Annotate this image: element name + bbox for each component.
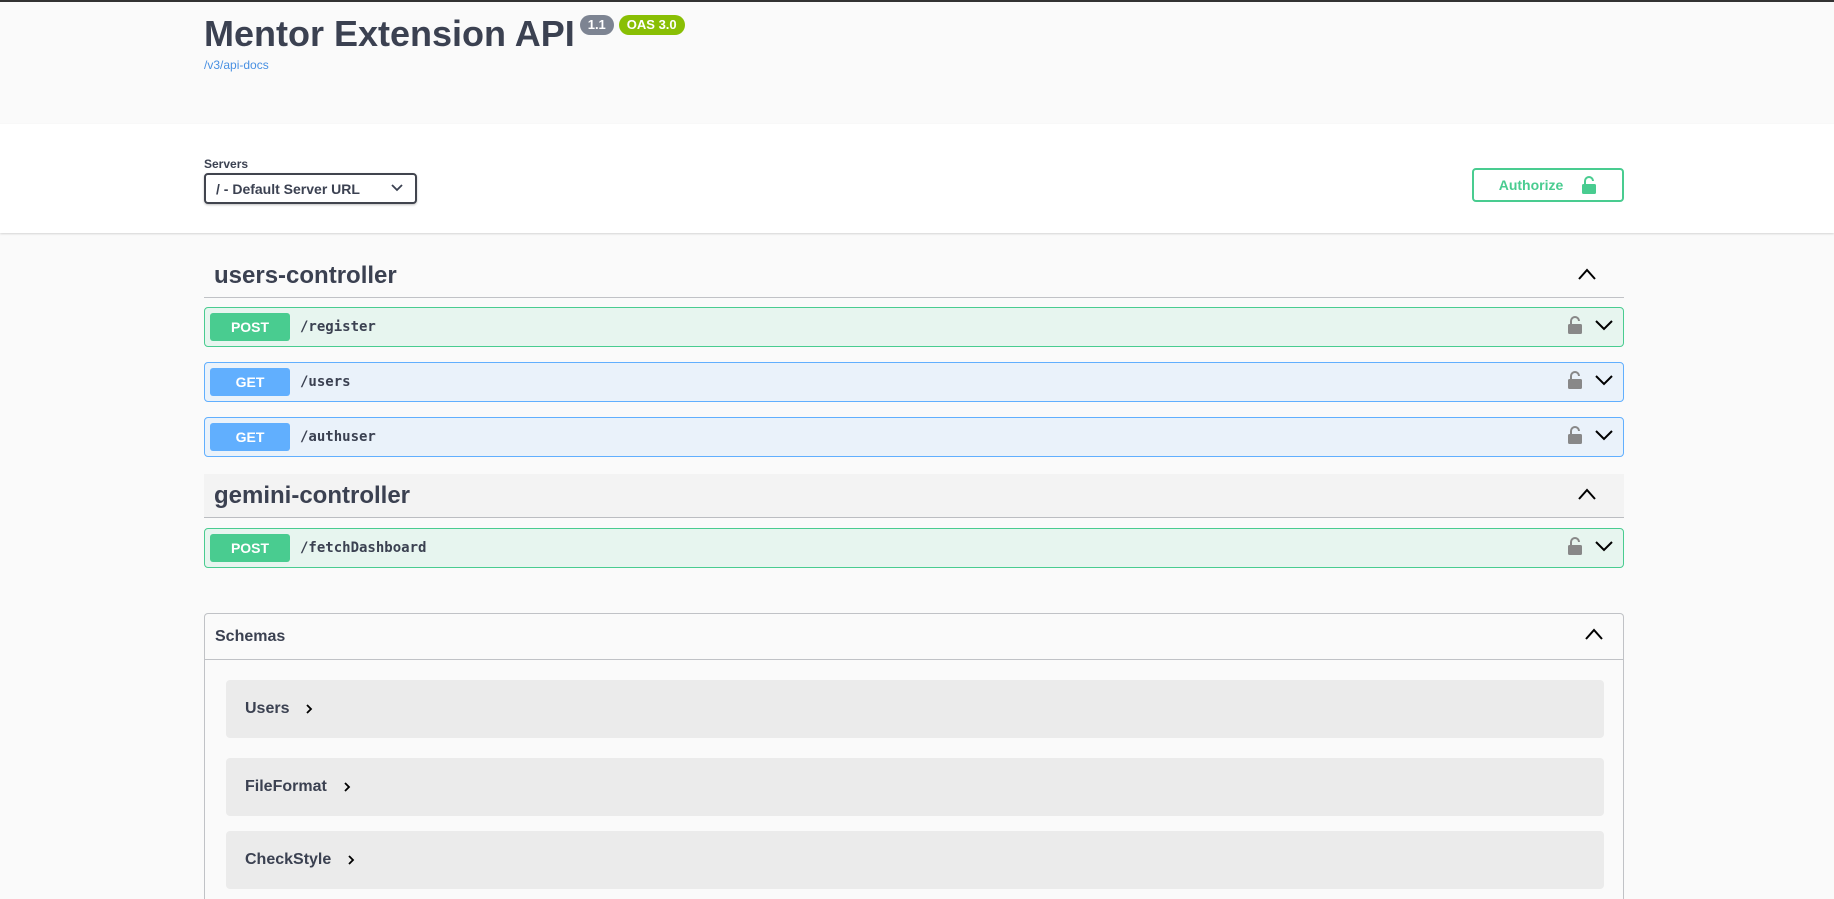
schema-name: CheckStyle	[245, 851, 332, 868]
method-badge: POST	[210, 313, 290, 341]
schema-item-users[interactable]: Users	[226, 680, 1604, 738]
schema-item-fileformat[interactable]: FileFormat	[226, 758, 1604, 816]
unlock-icon[interactable]	[1567, 537, 1583, 555]
method-badge: GET	[210, 423, 290, 451]
chevron-up-icon[interactable]	[1578, 488, 1596, 500]
servers-label: Servers	[204, 157, 249, 171]
servers-selected-value: / - Default Server URL	[216, 181, 360, 197]
version-badge: 1.1	[579, 15, 614, 35]
operation-post-register[interactable]: POST /register	[204, 307, 1624, 347]
operation-get-authuser[interactable]: GET /authuser	[204, 417, 1624, 457]
schema-item-checkstyle[interactable]: CheckStyle	[226, 831, 1604, 889]
unlock-icon[interactable]	[1567, 371, 1583, 389]
authorize-button[interactable]: Authorize	[1472, 168, 1624, 202]
authorize-label: Authorize	[1498, 177, 1564, 193]
schema-name: FileFormat	[245, 778, 327, 795]
chevron-down-icon[interactable]	[1595, 319, 1613, 331]
tag-users-controller[interactable]: users-controller	[204, 254, 1624, 298]
chevron-down-icon[interactable]	[1595, 429, 1613, 441]
method-badge: POST	[210, 534, 290, 562]
info-header: Mentor Extension API 1.1 OAS 3.0 /v3/api…	[0, 2, 1834, 122]
scheme-container: Servers / - Default Server URL Authorize	[0, 124, 1834, 233]
operation-path: /users	[300, 374, 351, 390]
servers-select[interactable]: / - Default Server URL	[204, 173, 417, 204]
schema-name: Users	[245, 700, 290, 717]
tag-gemini-controller[interactable]: gemini-controller	[204, 474, 1624, 518]
title-row: Mentor Extension API 1.1 OAS 3.0	[204, 12, 685, 56]
operation-post-fetchdashboard[interactable]: POST /fetchDashboard	[204, 528, 1624, 568]
chevron-right-icon	[306, 704, 313, 714]
operation-get-users[interactable]: GET /users	[204, 362, 1624, 402]
schemas-title: Schemas	[215, 627, 286, 645]
tag-title: gemini-controller	[214, 481, 411, 509]
chevron-down-icon[interactable]	[1595, 540, 1613, 552]
tag-title: users-controller	[214, 261, 397, 289]
unlock-icon	[1582, 176, 1597, 194]
unlock-icon[interactable]	[1567, 316, 1583, 334]
spec-link[interactable]: /v3/api-docs	[204, 58, 269, 72]
chevron-right-icon	[348, 855, 355, 865]
schemas-section: Schemas Users FileFormat CheckStyle	[204, 613, 1624, 899]
chevron-up-icon[interactable]	[1578, 268, 1596, 280]
oas-badge: OAS 3.0	[618, 15, 685, 35]
operation-path: /register	[300, 319, 376, 335]
unlock-icon[interactable]	[1567, 426, 1583, 444]
method-badge: GET	[210, 368, 290, 396]
page-title: Mentor Extension API	[204, 13, 575, 54]
chevron-up-icon[interactable]	[1585, 628, 1603, 640]
operation-path: /fetchDashboard	[300, 540, 427, 556]
schemas-header[interactable]: Schemas	[205, 614, 1623, 660]
operation-path: /authuser	[300, 429, 376, 445]
chevron-down-icon	[391, 184, 403, 192]
chevron-down-icon[interactable]	[1595, 374, 1613, 386]
chevron-right-icon	[344, 782, 351, 792]
